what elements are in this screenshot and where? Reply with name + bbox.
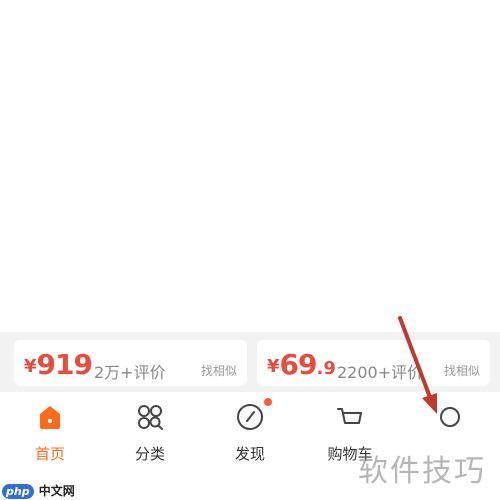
find-similar-link[interactable]: 找相似 xyxy=(444,362,480,379)
category-icon xyxy=(138,405,163,430)
tab-label: 首页 xyxy=(34,445,65,463)
cart-icon xyxy=(337,408,362,424)
tab-category[interactable]: 分类 xyxy=(100,400,200,464)
content-area xyxy=(0,0,500,332)
site-name: 中文网 xyxy=(38,484,75,498)
product-price: ¥919 xyxy=(24,348,93,381)
profile-icon xyxy=(440,407,460,427)
tab-discover[interactable]: 发现 xyxy=(200,398,300,464)
php-badge: php xyxy=(2,484,34,499)
price-currency: ¥ xyxy=(24,356,37,377)
product-price: ¥69.9 xyxy=(267,348,336,381)
product-strip: ¥919 2万+评价 找相似 ¥69.9 2200+评价 找相似 xyxy=(0,332,500,392)
home-icon xyxy=(40,406,60,429)
product-card[interactable]: ¥919 2万+评价 找相似 xyxy=(14,340,247,386)
price-currency: ¥ xyxy=(267,356,280,377)
find-similar-link[interactable]: 找相似 xyxy=(201,362,237,379)
price-decimal: .9 xyxy=(316,358,336,379)
discover-icon xyxy=(237,404,263,430)
watermark-logo: php 中文网 xyxy=(2,480,75,499)
review-count: 2200+评价 xyxy=(337,363,424,382)
product-card[interactable]: ¥69.9 2200+评价 找相似 xyxy=(257,340,490,386)
watermark-text: 软件技巧 xyxy=(358,454,486,489)
review-count: 2万+评价 xyxy=(94,363,166,382)
tab-label: 发现 xyxy=(234,445,265,463)
price-integer: 919 xyxy=(36,348,93,381)
tab-home[interactable]: 首页 xyxy=(0,400,100,464)
notification-dot xyxy=(264,398,272,406)
price-integer: 69 xyxy=(279,348,318,381)
tab-label: 分类 xyxy=(134,445,165,463)
